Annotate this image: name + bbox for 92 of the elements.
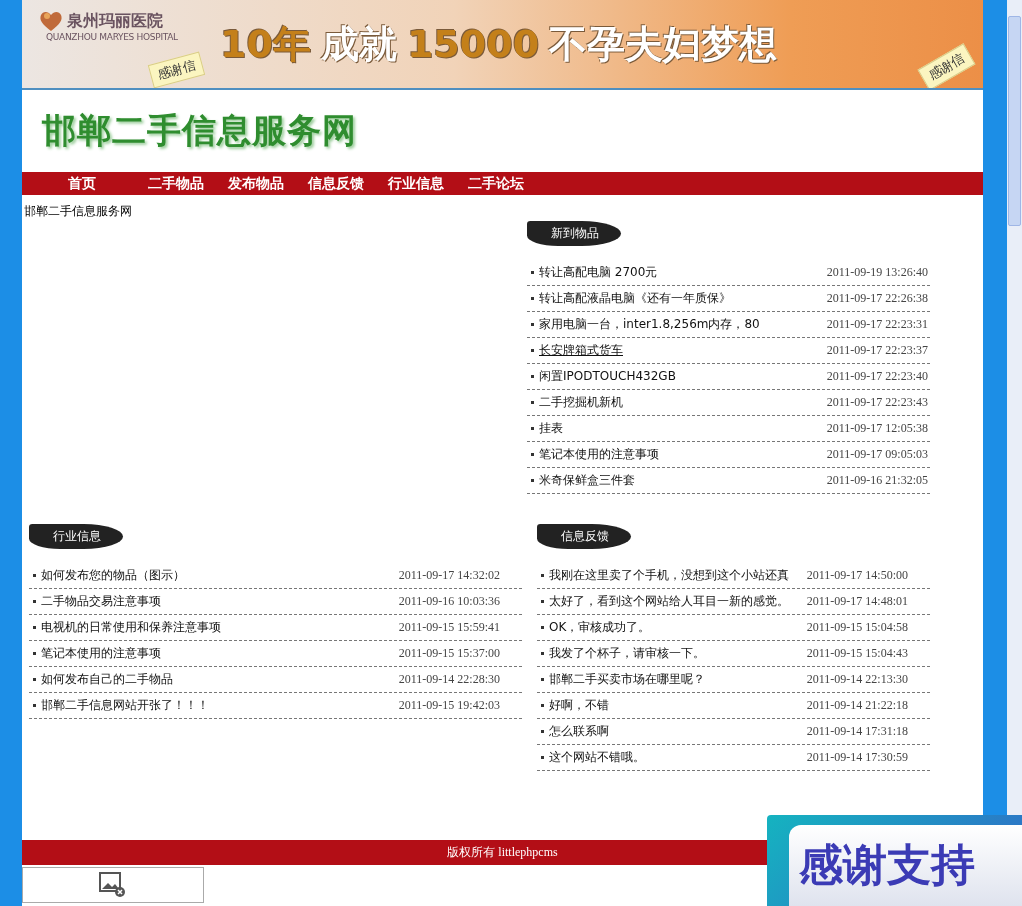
broken-image-icon [99, 872, 127, 898]
bullet-icon [531, 427, 534, 430]
brand-subtitle: QUANZHOU MARYES HOSPITAL [46, 32, 179, 42]
item-time: 2011-09-17 12:05:38 [826, 421, 928, 436]
item-link[interactable]: 邯郸二手信息网站开张了！！！ [41, 697, 209, 714]
item-time: 2011-09-19 13:26:40 [826, 265, 928, 280]
item-time: 2011-09-15 19:42:03 [398, 698, 500, 713]
ad-banner[interactable]: 泉州玛丽医院 QUANZHOU MARYES HOSPITAL 10年 成就 15000 不孕夫妇梦想 感谢信 感谢信 [22, 0, 983, 90]
item-link[interactable]: 二手挖掘机新机 [539, 394, 623, 411]
item-time: 2011-09-17 22:23:37 [826, 343, 928, 358]
banner-slogan: 10年 [220, 20, 311, 68]
nav-link[interactable]: 信息反馈 [308, 174, 388, 193]
item-link[interactable]: 笔记本使用的注意事项 [41, 645, 161, 662]
bullet-icon [531, 349, 534, 352]
nav-link[interactable]: 发布物品 [228, 174, 308, 193]
item-time: 2011-09-17 14:50:00 [806, 568, 908, 583]
item-time: 2011-09-17 09:05:03 [826, 447, 928, 462]
brand-name: 泉州玛丽医院 [67, 10, 163, 32]
item-link[interactable]: 挂表 [539, 420, 563, 437]
bullet-icon [541, 756, 544, 759]
bullet-icon [531, 323, 534, 326]
item-link[interactable]: 怎么联系啊 [549, 723, 609, 740]
bullet-icon [541, 600, 544, 603]
item-time: 2011-09-14 21:22:18 [806, 698, 908, 713]
bullet-icon [541, 704, 544, 707]
item-time: 2011-09-15 15:04:43 [806, 646, 908, 661]
item-time: 2011-09-15 15:04:58 [806, 620, 908, 635]
item-time: 2011-09-17 22:23:43 [826, 395, 928, 410]
section-heading: 新到物品 [527, 221, 621, 246]
item-link[interactable]: 我刚在这里卖了个手机，没想到这个小站还真 [549, 567, 789, 584]
bullet-icon [33, 704, 36, 707]
item-link[interactable]: 长安牌箱式货车 [539, 342, 623, 359]
item-time: 2011-09-14 22:13:30 [806, 672, 908, 687]
bullet-icon [531, 479, 534, 482]
item-time: 2011-09-17 14:48:01 [806, 594, 908, 609]
banner-slogan: 不孕夫妇梦想 [549, 20, 778, 68]
bullet-icon [531, 375, 534, 378]
item-time: 2011-09-17 14:32:02 [398, 568, 500, 583]
item-time: 2011-09-14 22:28:30 [398, 672, 500, 687]
heart-logo-icon [38, 10, 64, 32]
section-heading: 信息反馈 [537, 524, 631, 549]
bullet-icon [541, 574, 544, 577]
item-link[interactable]: 转让高配液晶电脑《还有一年质保》 [539, 290, 731, 307]
popup-ad[interactable]: 感谢支持 [767, 815, 1022, 906]
banner-slogan: 成就 [320, 20, 397, 68]
item-link[interactable]: 家用电脑一台，inter1.8,256m内存，80 [539, 316, 760, 333]
bullet-icon [541, 626, 544, 629]
bullet-icon [541, 652, 544, 655]
note-card: 感谢信 [147, 51, 206, 88]
item-link[interactable]: OK，审核成功了。 [549, 619, 651, 636]
item-link[interactable]: 闲置IPODTOUCH432GB [539, 368, 676, 385]
item-time: 2011-09-15 15:59:41 [398, 620, 500, 635]
note-card: 感谢信 [917, 43, 976, 88]
item-link[interactable]: 二手物品交易注意事项 [41, 593, 161, 610]
item-time: 2011-09-16 10:03:36 [398, 594, 500, 609]
item-time: 2011-09-17 22:26:38 [826, 291, 928, 306]
item-link[interactable]: 太好了，看到这个网站给人耳目一新的感觉。 [549, 593, 789, 610]
item-link[interactable]: 电视机的日常使用和保养注意事项 [41, 619, 221, 636]
item-time: 2011-09-14 17:31:18 [806, 724, 908, 739]
bullet-icon [531, 401, 534, 404]
site-title: 邯郸二手信息服务网 [42, 109, 357, 152]
intro-text: 邯郸二手信息服务网 [23, 203, 133, 220]
item-link[interactable]: 米奇保鲜盒三件套 [539, 472, 635, 489]
item-time: 2011-09-17 22:23:31 [826, 317, 928, 332]
bullet-icon [541, 678, 544, 681]
item-link[interactable]: 这个网站不错哦。 [549, 749, 645, 766]
item-time: 2011-09-16 21:32:05 [826, 473, 928, 488]
bullet-icon [33, 600, 36, 603]
item-link[interactable]: 笔记本使用的注意事项 [539, 446, 659, 463]
bullet-icon [531, 297, 534, 300]
nav-link[interactable]: 行业信息 [388, 174, 468, 193]
item-time: 2011-09-17 22:23:40 [826, 369, 928, 384]
bullet-icon [33, 678, 36, 681]
bullet-icon [531, 271, 534, 274]
bullet-icon [33, 652, 36, 655]
item-link[interactable]: 如何发布自己的二手物品 [41, 671, 173, 688]
bullet-icon [531, 453, 534, 456]
nav-link[interactable]: 二手论坛 [468, 174, 548, 193]
nav-link[interactable]: 二手物品 [148, 174, 228, 193]
nav-link[interactable]: 首页 [68, 174, 148, 193]
bullet-icon [541, 730, 544, 733]
item-link[interactable]: 转让高配电脑 2700元 [539, 264, 658, 281]
banner-slogan: 15000 [406, 22, 540, 66]
item-time: 2011-09-15 15:37:00 [398, 646, 500, 661]
bullet-icon [33, 626, 36, 629]
bullet-icon [33, 574, 36, 577]
section-heading: 行业信息 [29, 524, 123, 549]
item-time: 2011-09-14 17:30:59 [806, 750, 908, 765]
item-link[interactable]: 邯郸二手买卖市场在哪里呢？ [549, 671, 705, 688]
item-link[interactable]: 我发了个杯子，请审核一下。 [549, 645, 705, 662]
item-link[interactable]: 好啊，不错 [549, 697, 609, 714]
item-link[interactable]: 如何发布您的物品（图示） [41, 567, 185, 584]
